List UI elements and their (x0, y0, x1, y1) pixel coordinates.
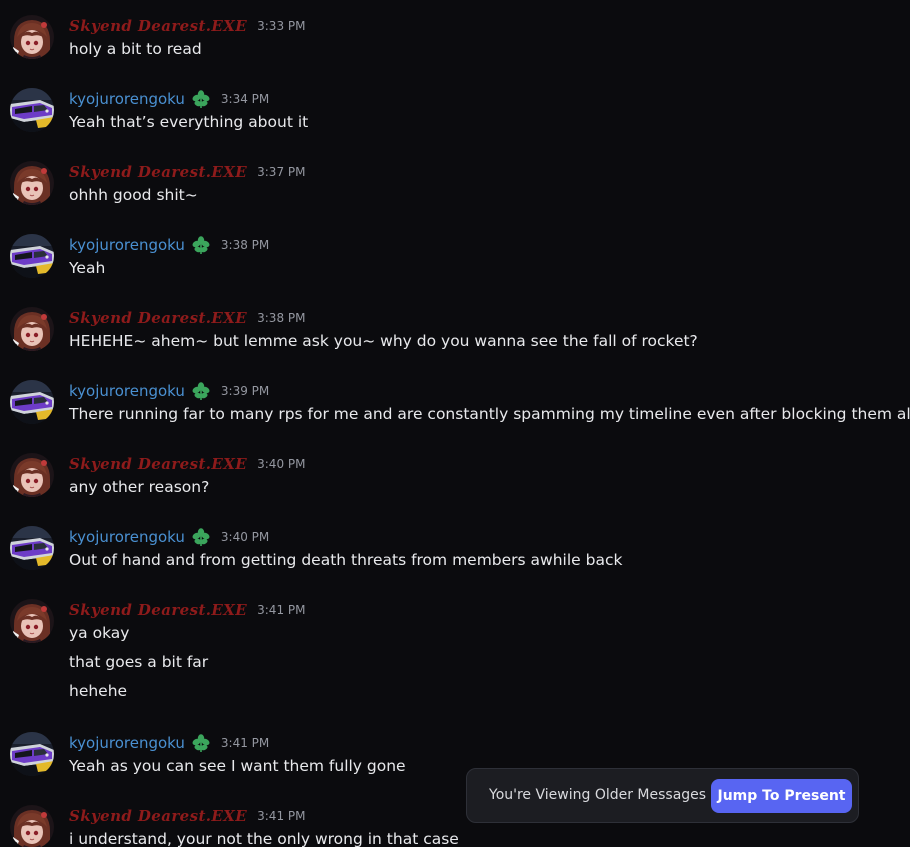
older-messages-bar: You're Viewing Older Messages Jump To Pr… (466, 768, 859, 823)
message-text: ya okay (69, 624, 130, 642)
username[interactable]: kyojurorengoku (69, 528, 185, 546)
username[interactable]: Skyend Dearest.EXE (69, 163, 247, 181)
message-header: Skyend Dearest.EXE 3:33 PM (69, 15, 305, 37)
avatar[interactable] (10, 161, 54, 205)
leaf-badge-icon[interactable] (191, 527, 211, 547)
girl-avatar-art (10, 161, 54, 205)
avatar[interactable] (10, 307, 54, 351)
avatar[interactable] (10, 732, 54, 776)
message-header: kyojurorengoku 3:38 PM (69, 234, 269, 256)
username[interactable]: kyojurorengoku (69, 734, 185, 752)
message-header: Skyend Dearest.EXE 3:41 PM (69, 805, 305, 827)
leaf-badge-icon[interactable] (191, 733, 211, 753)
girl-avatar-art (10, 805, 54, 847)
train-avatar-art (10, 526, 54, 570)
username[interactable]: Skyend Dearest.EXE (69, 17, 247, 35)
username[interactable]: kyojurorengoku (69, 382, 185, 400)
timestamp: 3:41 PM (257, 603, 306, 617)
train-avatar-art (10, 380, 54, 424)
message-header: kyojurorengoku 3:34 PM (69, 88, 269, 110)
leaf-badge-icon[interactable] (191, 235, 211, 255)
timestamp: 3:41 PM (220, 736, 270, 750)
timestamp: 3:40 PM (220, 530, 270, 544)
timestamp: 3:39 PM (220, 384, 270, 398)
message-list[interactable]: Skyend Dearest.EXE 3:33 PM holy a bit to r… (0, 0, 910, 847)
username[interactable]: kyojurorengoku (69, 90, 185, 108)
message-text: Yeah that’s everything about it (69, 113, 309, 131)
avatar[interactable] (10, 15, 54, 59)
avatar[interactable] (10, 599, 54, 643)
girl-avatar-art (10, 15, 54, 59)
train-avatar-art (10, 234, 54, 278)
message-text: i understand, your not the only wrong in… (69, 830, 459, 847)
train-avatar-art (10, 732, 54, 776)
avatar[interactable] (10, 88, 54, 132)
avatar[interactable] (10, 526, 54, 570)
girl-avatar-art (10, 307, 54, 351)
message-header: kyojurorengoku 3:40 PM (69, 526, 269, 548)
girl-avatar-art (10, 453, 54, 497)
message-text: There running far to many rps for me and… (69, 405, 910, 423)
username[interactable]: Skyend Dearest.EXE (69, 807, 247, 825)
avatar[interactable] (10, 234, 54, 278)
timestamp: 3:37 PM (257, 165, 306, 179)
username[interactable]: Skyend Dearest.EXE (69, 309, 247, 327)
message-header: kyojurorengoku 3:39 PM (69, 380, 269, 402)
message-text: ohhh good shit~ (69, 186, 198, 204)
timestamp: 3:38 PM (257, 311, 306, 325)
avatar[interactable] (10, 805, 54, 847)
leaf-badge-icon[interactable] (191, 381, 211, 401)
username[interactable]: Skyend Dearest.EXE (69, 601, 247, 619)
message-header: Skyend Dearest.EXE 3:37 PM (69, 161, 305, 183)
timestamp: 3:33 PM (257, 19, 306, 33)
timestamp: 3:41 PM (257, 809, 306, 823)
message-text: that goes a bit far (69, 653, 209, 671)
username[interactable]: Skyend Dearest.EXE (69, 455, 247, 473)
avatar[interactable] (10, 453, 54, 497)
message-text: Yeah as you can see I want them fully go… (69, 757, 406, 775)
message-text: any other reason? (69, 478, 210, 496)
message-header: kyojurorengoku 3:41 PM (69, 732, 269, 754)
timestamp: 3:40 PM (257, 457, 306, 471)
message-text: Yeah (69, 259, 106, 277)
leaf-badge-icon[interactable] (191, 89, 211, 109)
jump-to-present-button[interactable]: Jump To Present (711, 779, 852, 813)
timestamp: 3:34 PM (220, 92, 270, 106)
message-header: Skyend Dearest.EXE 3:40 PM (69, 453, 305, 475)
message-text: HEHEHE~ ahem~ but lemme ask you~ why do … (69, 332, 698, 350)
username[interactable]: kyojurorengoku (69, 236, 185, 254)
message-text: Out of hand and from getting death threa… (69, 551, 623, 569)
message-text: hehehe (69, 682, 128, 700)
train-avatar-art (10, 88, 54, 132)
message-header: Skyend Dearest.EXE 3:38 PM (69, 307, 305, 329)
message-text: holy a bit to read (69, 40, 202, 58)
avatar[interactable] (10, 380, 54, 424)
timestamp: 3:38 PM (220, 238, 270, 252)
girl-avatar-art (10, 599, 54, 643)
older-messages-text: You're Viewing Older Messages (489, 787, 707, 803)
message-header: Skyend Dearest.EXE 3:41 PM (69, 599, 305, 621)
